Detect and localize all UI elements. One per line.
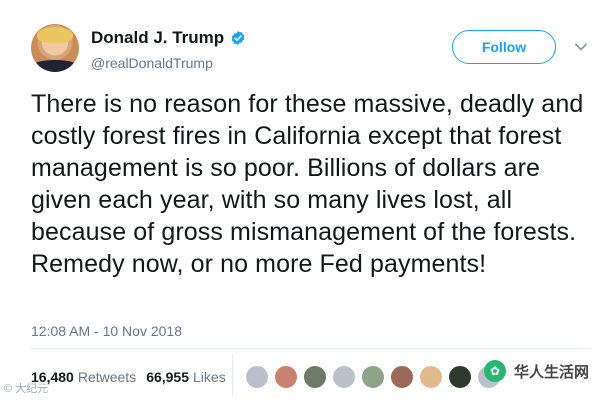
tweet-text: There is no reason for these massive, de…: [31, 90, 584, 278]
verified-badge-icon: [231, 31, 245, 45]
stats-separator: [232, 354, 233, 396]
avatar-suit: [31, 60, 79, 72]
divider: [31, 348, 591, 349]
watermark-left-text: © 大纪元: [4, 383, 49, 395]
liker-avatar[interactable]: [419, 365, 443, 389]
liker-avatar[interactable]: [303, 365, 327, 389]
avatar-hair: [37, 27, 73, 43]
chevron-down-icon[interactable]: [574, 40, 588, 54]
liker-avatar[interactable]: [448, 365, 472, 389]
liker-avatar[interactable]: [274, 365, 298, 389]
liker-avatar[interactable]: [390, 365, 414, 389]
liker-avatar[interactable]: [361, 365, 385, 389]
author-name-block: Donald J. Trump @realDonaldTrump: [91, 27, 246, 71]
display-name-row: Donald J. Trump: [91, 27, 246, 49]
author-handle[interactable]: @realDonaldTrump: [91, 55, 246, 71]
tweet-timestamp[interactable]: 12:08 AM - 10 Nov 2018: [31, 323, 182, 339]
liker-avatars: [245, 365, 506, 389]
likes-count[interactable]: 66,955: [146, 369, 189, 385]
watermark-right-text: 华人生活网: [514, 363, 590, 381]
liker-avatar[interactable]: [245, 365, 269, 389]
tweet-stats: 16,480 Retweets 66,955 Likes: [31, 369, 236, 385]
liker-avatar[interactable]: [332, 365, 356, 389]
author-display-name[interactable]: Donald J. Trump: [91, 28, 224, 48]
author-avatar[interactable]: [31, 24, 79, 72]
likes-label[interactable]: Likes: [193, 369, 226, 385]
watermark-right: ✿ 华人生活网: [484, 360, 589, 382]
follow-button[interactable]: Follow: [452, 30, 556, 64]
retweets-label[interactable]: Retweets: [78, 369, 136, 385]
watermark-logo-icon: ✿: [484, 360, 506, 382]
tweet-header: Donald J. Trump @realDonaldTrump Follow: [0, 0, 606, 80]
